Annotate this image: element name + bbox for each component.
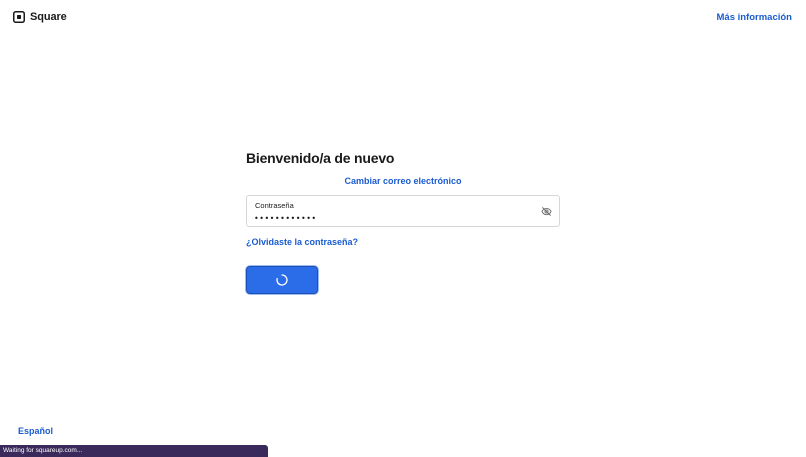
sign-in-form: Bienvenido/a de nuevo Cambiar correo ele…: [246, 150, 560, 294]
password-input[interactable]: [254, 212, 524, 224]
password-label: Contraseña: [255, 201, 294, 210]
browser-status-bar: Waiting for squareup.com...: [0, 445, 268, 457]
logo-text: Square: [30, 11, 67, 23]
password-field[interactable]: Contraseña: [246, 195, 560, 227]
language-selector-link[interactable]: Español: [18, 426, 53, 436]
square-logo-link[interactable]: Square: [13, 11, 67, 23]
login-page: Square Más información Bienvenido/a de n…: [0, 0, 806, 457]
forgot-password-link[interactable]: ¿Olvidaste la contraseña?: [246, 237, 358, 247]
eye-slash-icon: [541, 207, 552, 216]
more-info-link[interactable]: Más información: [717, 12, 793, 23]
show-password-toggle[interactable]: [541, 206, 552, 217]
change-email-link[interactable]: Cambiar correo electrónico: [246, 176, 560, 186]
sign-in-button[interactable]: [246, 266, 318, 294]
spinner-icon: [276, 274, 288, 286]
page-title: Bienvenido/a de nuevo: [246, 150, 395, 166]
square-logo-icon: [13, 11, 25, 23]
